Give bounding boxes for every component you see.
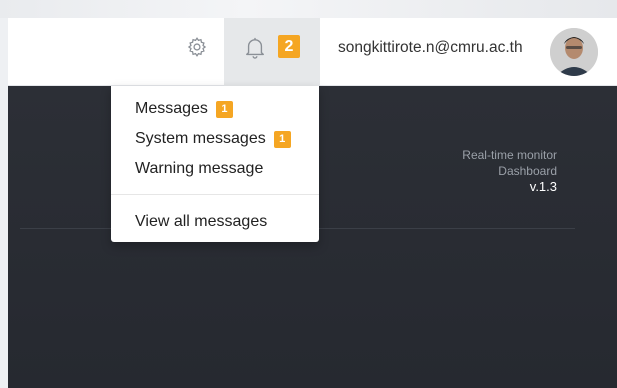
messages-count-badge: 1 (215, 100, 233, 118)
dropdown-item-system-messages[interactable]: System messages 1 (135, 130, 291, 148)
dropdown-divider (111, 194, 319, 195)
app-info-line2: Dashboard (498, 164, 557, 178)
dropdown-item-messages[interactable]: Messages 1 (135, 100, 233, 118)
gear-icon[interactable] (186, 36, 208, 58)
window-backdrop (0, 0, 617, 18)
dropdown-item-warning-message[interactable]: Warning message (135, 160, 263, 178)
dropdown-item-label: Warning message (135, 160, 264, 177)
app-version: v.1.3 (529, 179, 557, 194)
dropdown-item-label: Messages (135, 100, 208, 117)
view-all-messages-link[interactable]: View all messages (135, 213, 267, 231)
user-email[interactable]: songkittirote.n@cmru.ac.th (338, 39, 523, 57)
notifications-button[interactable] (224, 18, 320, 86)
notification-count-badge: 2 (278, 35, 300, 58)
dropdown-item-label: System messages (135, 130, 266, 147)
system-messages-count-badge: 1 (273, 130, 291, 148)
app-info-line1: Real-time monitor (462, 148, 557, 162)
bell-icon[interactable] (244, 36, 266, 60)
app-info: Real-time monitor Dashboard v.1.3 (462, 147, 557, 195)
notifications-dropdown: Messages 1 System messages 1 Warning mes… (111, 86, 319, 242)
avatar[interactable] (550, 28, 598, 76)
view-all-label: View all messages (135, 213, 268, 230)
